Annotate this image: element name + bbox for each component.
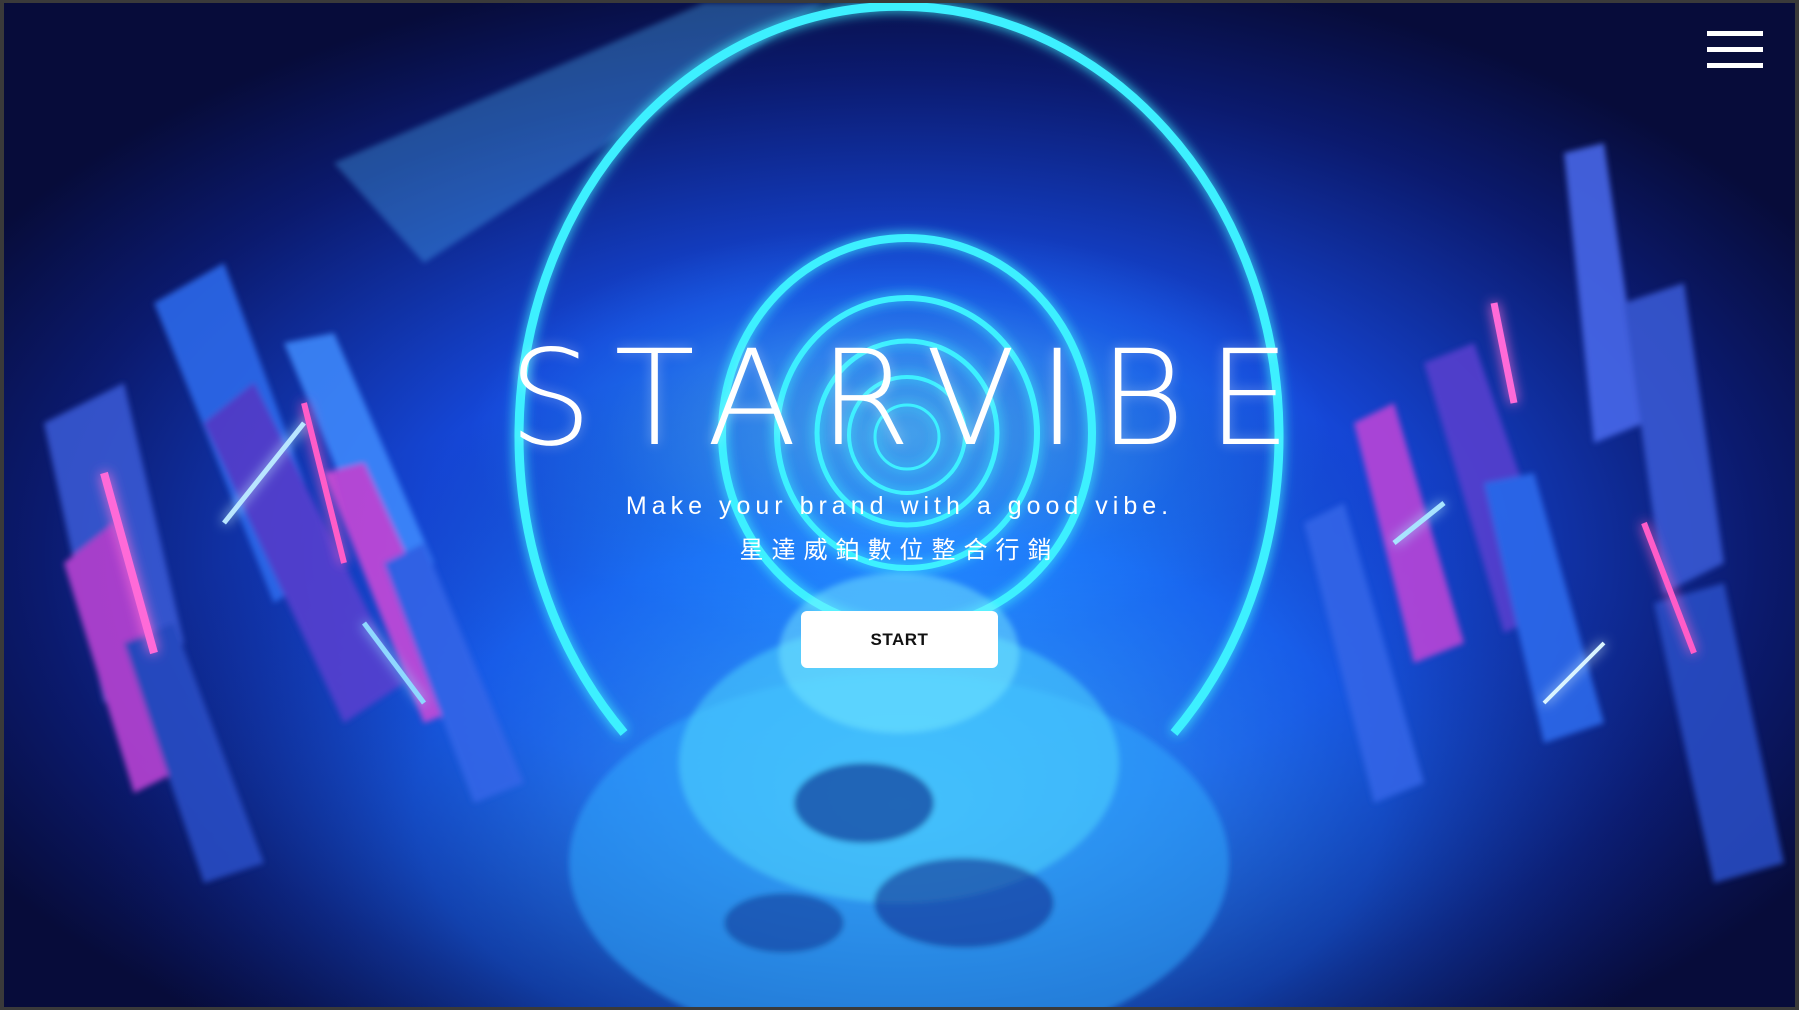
- menu-line: [1707, 31, 1763, 36]
- tagline-chinese: 星達威鉑數位整合行銷: [739, 536, 1060, 564]
- hamburger-menu-icon[interactable]: [1707, 29, 1763, 71]
- tagline: Make your brand with a good vibe.: [625, 492, 1174, 520]
- menu-line: [1707, 63, 1763, 68]
- start-button[interactable]: START: [801, 611, 998, 668]
- brand-logo: STARVIBE: [508, 322, 1313, 476]
- hero-section: STARVIBE Make your brand with a good vib…: [4, 3, 1795, 1007]
- menu-line: [1707, 47, 1763, 52]
- hero-content: STARVIBE Make your brand with a good vib…: [4, 333, 1795, 668]
